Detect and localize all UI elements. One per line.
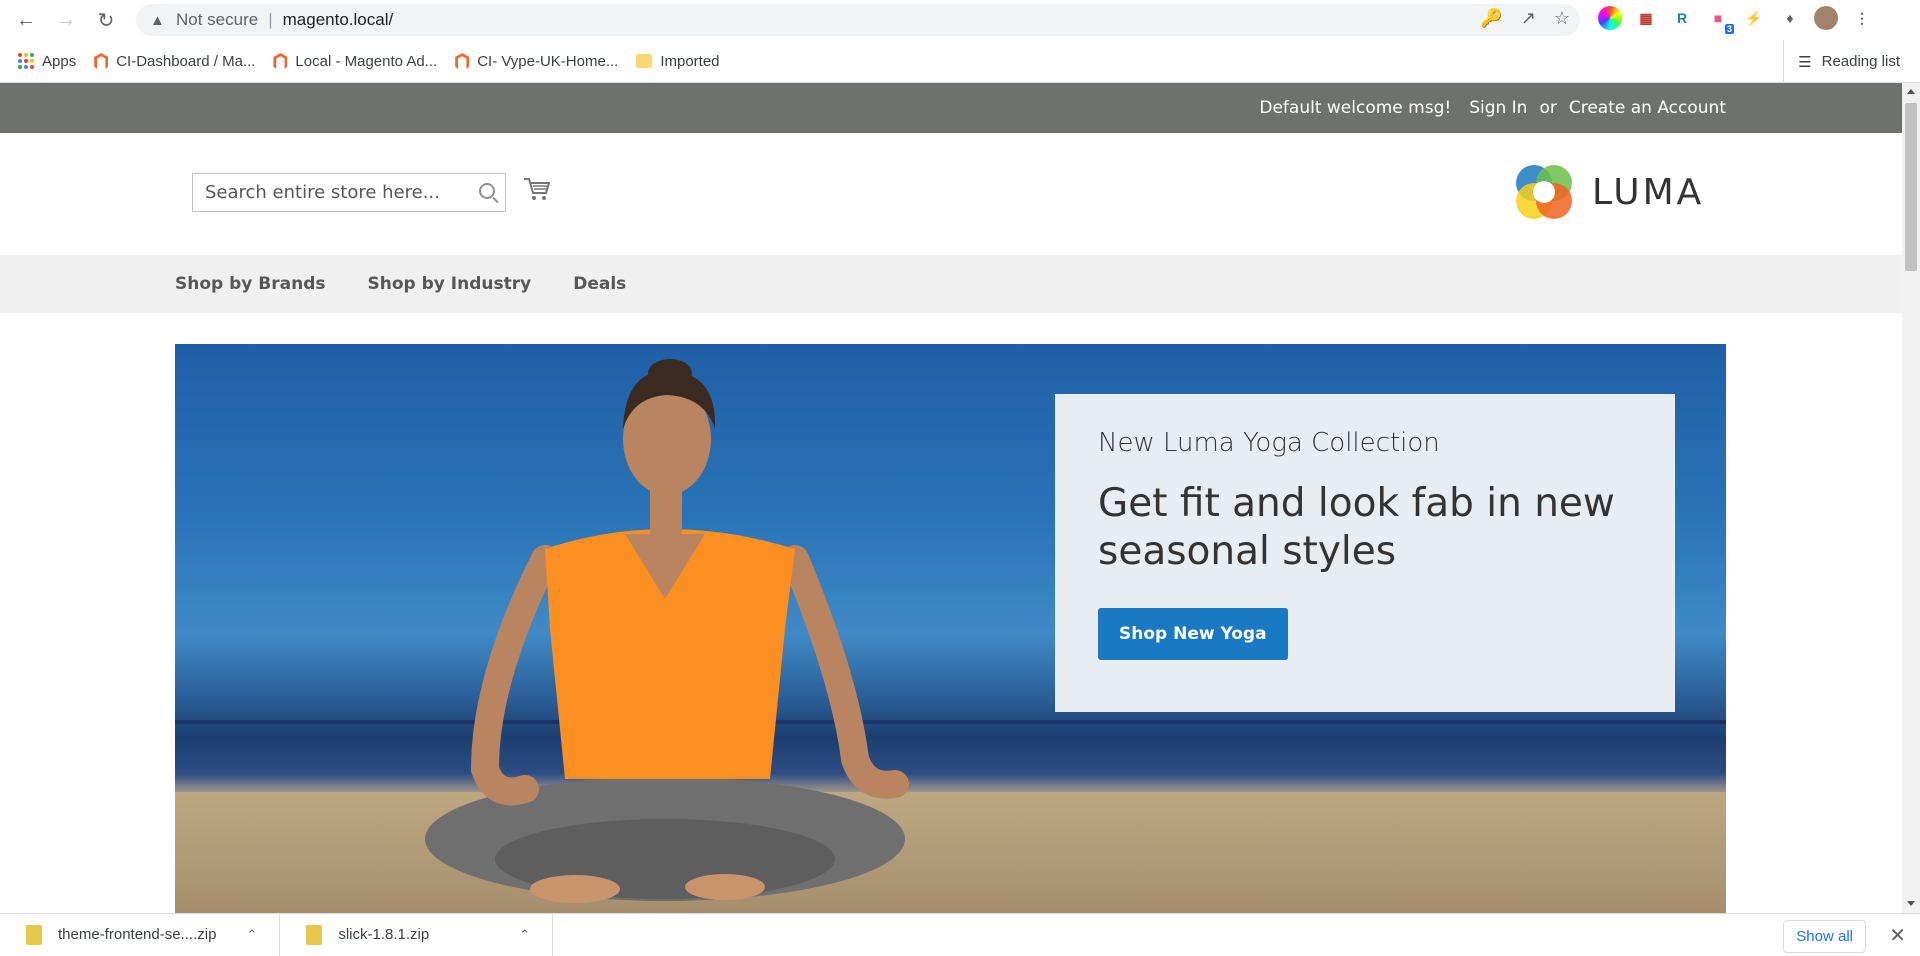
download-item[interactable]: theme-frontend-se....zip ⌃: [0, 913, 281, 956]
promo-box: New Luma Yoga Collection Get fit and loo…: [1055, 394, 1675, 712]
share-icon[interactable]: ↗: [1521, 8, 1536, 29]
bookmark-star-icon[interactable]: ☆: [1554, 8, 1570, 29]
address-bar[interactable]: ▲ Not secure | magento.local/ 🔑 ↗ ☆: [136, 4, 1580, 36]
warning-icon: ▲: [150, 11, 165, 29]
sign-in-link[interactable]: Sign In: [1469, 98, 1527, 118]
header-links: Default welcome msg! Sign In or Create a…: [1259, 83, 1726, 133]
extension-icons: ▦ R ■ 3 ⚡ ♦ ⋮: [1598, 6, 1874, 34]
magento-icon: [455, 53, 470, 69]
bookmarks-bar: Apps CI-Dashboard / Ma... Local - Magent…: [0, 40, 1920, 83]
grid-extension-icon[interactable]: ▦: [1634, 6, 1658, 30]
search-field[interactable]: [192, 173, 506, 212]
site-header: LUMA: [0, 133, 1902, 255]
color-picker-extension-icon[interactable]: [1598, 6, 1622, 30]
url-text[interactable]: magento.local/: [283, 10, 394, 30]
luma-logo-mark: [1516, 165, 1572, 219]
bookmark-label: Apps: [42, 52, 77, 70]
shop-new-yoga-button[interactable]: Shop New Yoga: [1098, 608, 1288, 660]
panel-header: Default welcome msg! Sign In or Create a…: [0, 83, 1902, 133]
apps-grid-icon: [18, 53, 34, 69]
extension-badge: 3: [1724, 24, 1734, 34]
puzzle-badge-extension-icon[interactable]: ■ 3: [1706, 6, 1734, 34]
forward-icon[interactable]: →: [46, 0, 86, 40]
profile-avatar[interactable]: [1814, 6, 1838, 30]
main-navigation: Shop by Brands Shop by Industry Deals: [0, 255, 1902, 313]
zip-file-icon: [26, 924, 42, 945]
page-scrollbar[interactable]: [1902, 83, 1920, 913]
promo-title: Get fit and look fab in new seasonal sty…: [1098, 481, 1615, 574]
bookmark-local-magento[interactable]: Local - Magento Ad...: [273, 53, 437, 70]
download-item[interactable]: slick-1.8.1.zip ⌃: [280, 913, 554, 956]
page-viewport: Default welcome msg! Sign In or Create a…: [0, 83, 1902, 913]
nav-shop-by-industry[interactable]: Shop by Industry: [368, 274, 532, 294]
search-input[interactable]: [193, 182, 463, 203]
bookmark-label: Imported: [660, 52, 720, 70]
security-label: Not secure: [176, 10, 259, 29]
magento-icon: [94, 53, 109, 69]
bookmark-label: CI- Vype-UK-Home...: [477, 52, 619, 70]
download-filename: theme-frontend-se....zip: [58, 926, 217, 943]
reading-list-label: Reading list: [1821, 53, 1900, 70]
omnibox-separator: |: [268, 10, 273, 29]
omnibox-actions: 🔑 ↗ ☆: [1480, 8, 1570, 29]
download-filename: slick-1.8.1.zip: [338, 926, 430, 943]
show-all-button[interactable]: Show all: [1783, 920, 1866, 953]
luma-logo[interactable]: LUMA: [1512, 161, 1704, 223]
bookmark-label: CI-Dashboard / Ma...: [116, 52, 256, 70]
r-extension-icon[interactable]: R: [1670, 6, 1694, 30]
back-icon[interactable]: ←: [6, 0, 46, 40]
lightning-extension-icon[interactable]: ⚡: [1742, 6, 1766, 30]
bookmark-apps[interactable]: Apps: [18, 53, 76, 70]
nav-deals[interactable]: Deals: [573, 274, 626, 294]
extensions-puzzle-icon[interactable]: ♦: [1778, 6, 1802, 30]
chevron-up-icon[interactable]: ⌃: [519, 927, 530, 943]
cart-icon[interactable]: [523, 175, 551, 203]
bookmark-label: Local - Magento Ad...: [295, 52, 438, 70]
or-text: or: [1539, 98, 1557, 118]
chevron-up-icon[interactable]: ⌃: [246, 927, 257, 943]
menu-kebab-icon[interactable]: ⋮: [1850, 6, 1874, 30]
hero-banner[interactable]: New Luma Yoga Collection Get fit and loo…: [175, 344, 1726, 913]
reading-list-icon: ☰: [1798, 53, 1812, 71]
logo-text: LUMA: [1592, 171, 1705, 213]
close-icon[interactable]: ✕: [1889, 923, 1906, 948]
reload-icon[interactable]: ↻: [86, 0, 126, 40]
welcome-message: Default welcome msg!: [1259, 98, 1452, 118]
reading-list-button[interactable]: ☰ Reading list: [1783, 40, 1900, 83]
scroll-down-arrow-icon[interactable]: [1907, 901, 1915, 906]
create-account-link[interactable]: Create an Account: [1569, 98, 1726, 118]
folder-icon: [636, 54, 653, 68]
promo-subtitle: New Luma Yoga Collection: [1098, 428, 1440, 458]
magento-icon: [273, 53, 288, 69]
yoga-woman-image: [425, 359, 909, 903]
key-icon[interactable]: 🔑: [1480, 8, 1502, 29]
zip-file-icon: [306, 924, 323, 945]
bookmark-ci-vype[interactable]: CI- Vype-UK-Home...: [455, 53, 618, 70]
scroll-up-arrow-icon[interactable]: [1907, 89, 1915, 94]
scroll-thumb[interactable]: [1905, 103, 1917, 271]
bookmark-imported[interactable]: Imported: [636, 52, 720, 70]
nav-shop-by-brands[interactable]: Shop by Brands: [175, 274, 326, 294]
bookmark-ci-dashboard[interactable]: CI-Dashboard / Ma...: [94, 53, 255, 70]
browser-toolbar: ← → ↻ ▲ Not secure | magento.local/ 🔑 ↗ …: [0, 0, 1920, 40]
download-shelf: theme-frontend-se....zip ⌃ slick-1.8.1.z…: [0, 913, 1920, 956]
search-icon[interactable]: [479, 183, 495, 199]
